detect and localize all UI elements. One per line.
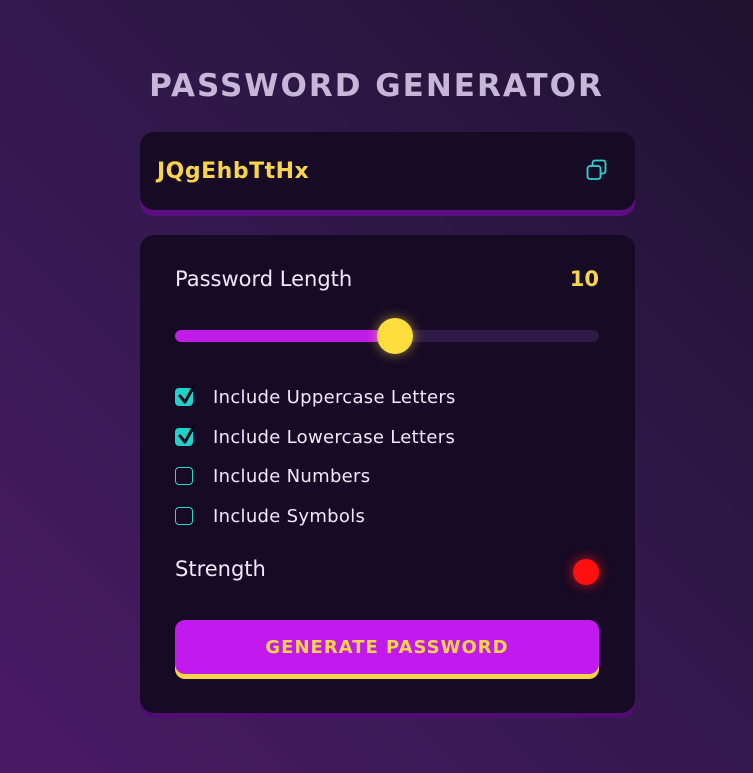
lowercase-checkbox[interactable] xyxy=(175,424,196,446)
length-slider-fill xyxy=(175,330,396,342)
copy-button[interactable] xyxy=(585,158,609,182)
password-display: JQgEhbTtHx xyxy=(140,132,635,210)
option-symbols[interactable]: Include Symbols xyxy=(175,504,365,528)
uppercase-label: Include Uppercase Letters xyxy=(213,386,456,408)
settings-panel: Password Length 10 Include Uppercase Let… xyxy=(140,235,635,713)
strength-label: Strength xyxy=(175,557,266,581)
length-slider-thumb[interactable] xyxy=(377,318,414,354)
numbers-checkbox[interactable] xyxy=(175,467,193,485)
copy-icon xyxy=(586,159,607,180)
option-uppercase[interactable]: Include Uppercase Letters xyxy=(175,384,456,409)
app-title: PASSWORD GENERATOR xyxy=(149,68,604,104)
length-slider[interactable] xyxy=(175,318,599,354)
option-numbers[interactable]: Include Numbers xyxy=(175,464,370,488)
checkmark-icon xyxy=(178,424,196,444)
option-lowercase[interactable]: Include Lowercase Letters xyxy=(175,424,456,449)
lowercase-label: Include Lowercase Letters xyxy=(213,426,456,448)
generate-password-button[interactable]: GENERATE PASSWORD xyxy=(175,620,599,674)
password-length-value: 10 xyxy=(569,267,599,291)
password-length-label: Password Length xyxy=(175,267,353,291)
strength-indicator xyxy=(573,559,599,585)
symbols-label: Include Symbols xyxy=(213,505,366,527)
generated-password: JQgEhbTtHx xyxy=(157,159,310,184)
symbols-checkbox[interactable] xyxy=(175,507,193,525)
checkmark-icon xyxy=(178,384,196,404)
numbers-label: Include Numbers xyxy=(213,465,371,487)
uppercase-checkbox[interactable] xyxy=(175,384,196,406)
